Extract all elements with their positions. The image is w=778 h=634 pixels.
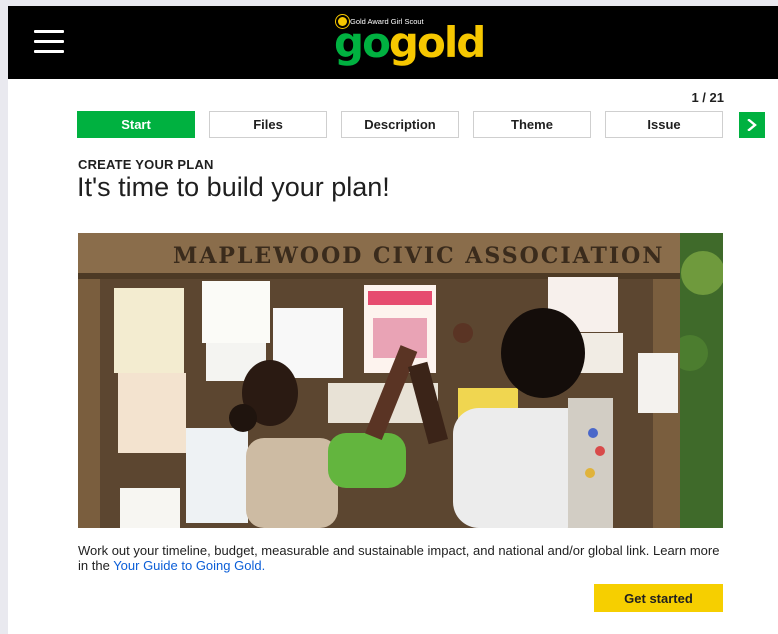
tab-description[interactable]: Description	[341, 111, 459, 138]
guide-link[interactable]: Your Guide to Going Gold.	[113, 558, 265, 573]
gogold-logo[interactable]: Gold Award Girl Scout gogold	[332, 14, 486, 74]
logo-word-gold: gold	[388, 18, 486, 67]
page-title: It's time to build your plan!	[77, 172, 390, 202]
logo-wordmark: gogold	[334, 18, 486, 68]
tab-start[interactable]: Start	[77, 111, 195, 138]
hero-image-bulletin-board: MAPLEWOOD CIVIC ASSOCIATION	[78, 233, 723, 528]
step-counter: 1 / 21	[691, 90, 724, 105]
tab-files[interactable]: Files	[209, 111, 327, 138]
top-navigation-bar: Gold Award Girl Scout gogold	[8, 6, 778, 79]
hamburger-line	[34, 40, 64, 43]
bulletin-board-illustration: MAPLEWOOD CIVIC ASSOCIATION	[78, 233, 723, 528]
hamburger-line	[34, 50, 64, 53]
chevron-right-icon	[747, 119, 757, 131]
step-tabs: Start Files Description Theme Issue	[77, 111, 771, 139]
hamburger-menu-icon[interactable]	[34, 30, 64, 54]
tab-issue[interactable]: Issue	[605, 111, 723, 138]
tab-theme[interactable]: Theme	[473, 111, 591, 138]
logo-word-go: go	[334, 18, 391, 67]
next-tabs-button[interactable]	[739, 112, 765, 138]
app-window: Gold Award Girl Scout gogold 1 / 21 Star…	[8, 6, 778, 634]
hamburger-line	[34, 30, 64, 33]
get-started-button[interactable]: Get started	[594, 584, 723, 612]
section-eyebrow: CREATE YOUR PLAN	[78, 157, 214, 172]
sign-text: MAPLEWOOD CIVIC ASSOCIATION	[173, 243, 664, 269]
intro-paragraph: Work out your timeline, budget, measurab…	[78, 543, 723, 573]
